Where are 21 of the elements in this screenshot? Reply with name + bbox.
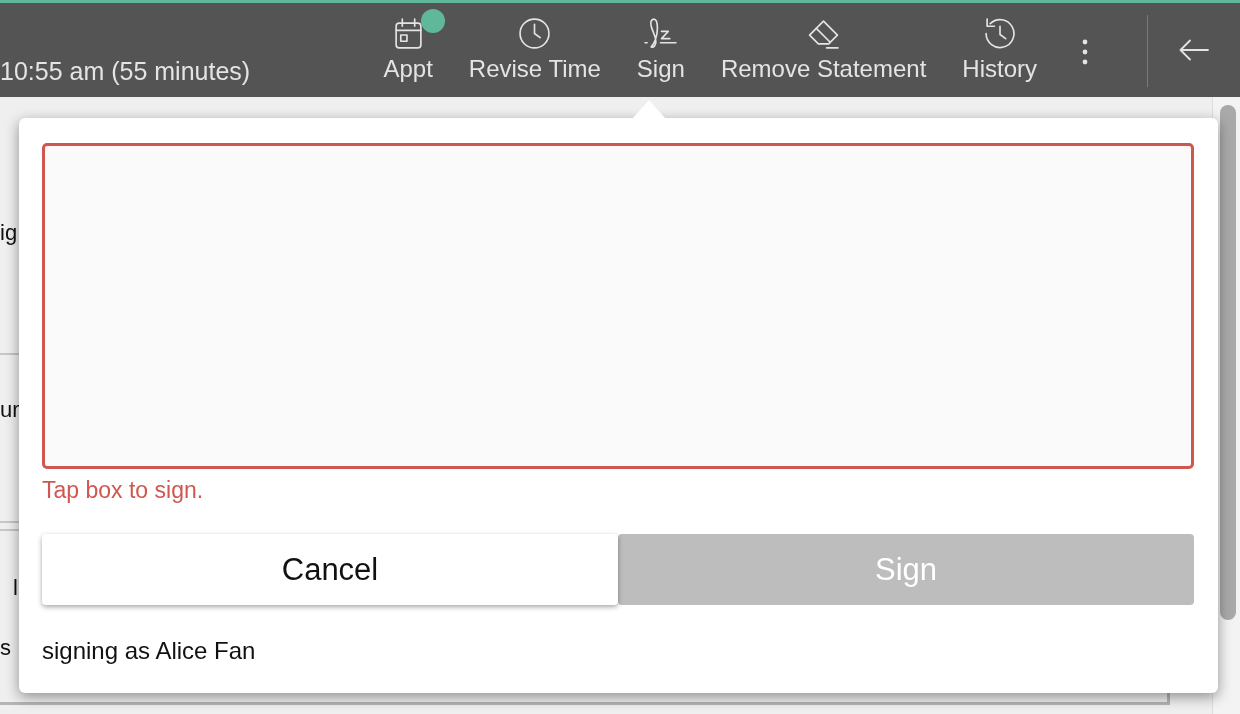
text-fragment: ig [0, 220, 18, 246]
signature-field[interactable] [42, 143, 1194, 469]
appointment-time: 10:55 am (55 minutes) [0, 57, 252, 85]
more-icon [1082, 39, 1088, 65]
history-icon [983, 17, 1017, 50]
dialog-button[interactable]: Cancel [42, 534, 618, 605]
toolbar-button[interactable]: Revise Time [450, 3, 619, 97]
back-arrow-icon [1179, 39, 1209, 61]
error-message: Tap box to sign. [42, 477, 204, 503]
signer-text: signing as Alice Fan [42, 637, 256, 665]
eraser-icon [807, 17, 841, 50]
text-fragment: s [0, 635, 11, 661]
toolbar-button[interactable]: Sign [618, 3, 703, 97]
toolbar-button[interactable]: History [944, 3, 1055, 97]
clock-icon [518, 17, 552, 50]
signature-icon [644, 17, 678, 50]
toolbar-button[interactable]: Remove Statement [702, 3, 945, 97]
toolbar-button[interactable]: Appt [365, 3, 451, 97]
text-fragment: ur [0, 397, 20, 423]
scrollbar-thumb[interactable] [1220, 105, 1236, 620]
text-fragment: l [13, 575, 18, 601]
